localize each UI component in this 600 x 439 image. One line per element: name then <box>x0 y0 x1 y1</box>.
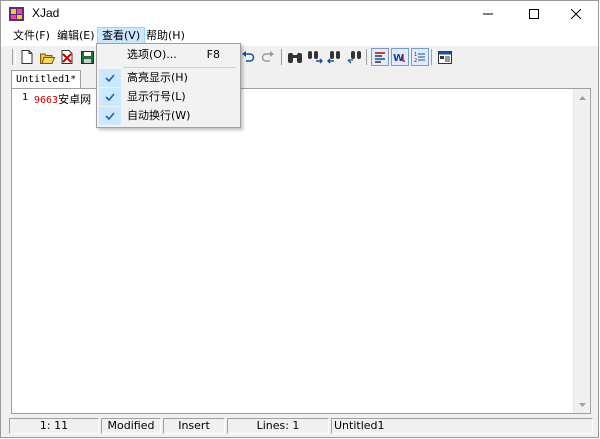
word-wrap-toggle-button[interactable]: W <box>391 48 409 66</box>
window-title: XJad <box>32 6 60 20</box>
menu-item-line-numbers[interactable]: 显示行号(L) <box>99 88 238 106</box>
close-button[interactable] <box>554 1 598 27</box>
menu-bar: 文件(F) 编辑(E) 查看(V) 帮助(H) <box>1 27 598 45</box>
vertical-scrollbar[interactable] <box>573 89 590 413</box>
tab-untitled1[interactable]: Untitled1* <box>11 70 82 88</box>
xjad-app-icon <box>9 7 24 21</box>
toolbar-separator <box>281 49 285 65</box>
app-window: XJad 文件(F) 编辑(E) 查看(V) 帮助(H) W 1 2 Untit… <box>0 0 599 438</box>
find-button[interactable] <box>286 48 304 66</box>
menu-item-word-wrap-label: 自动换行(W) <box>127 109 191 122</box>
undo-button[interactable] <box>239 48 257 66</box>
find-previous-button[interactable] <box>326 48 344 66</box>
number-token: 9663 <box>34 95 59 106</box>
scroll-up-arrow-icon <box>578 95 586 100</box>
check-mark-icon <box>99 69 121 87</box>
code-editor[interactable]: 1 9663安卓网 <box>11 88 591 414</box>
line-number: 1 <box>22 92 29 103</box>
close-file-button[interactable] <box>58 48 76 66</box>
toolbar-separator <box>431 49 435 65</box>
find-next-button[interactable] <box>306 48 324 66</box>
menu-file[interactable]: 文件(F) <box>9 27 54 45</box>
menu-edit[interactable]: 编辑(E) <box>53 27 99 45</box>
menu-item-word-wrap[interactable]: 自动换行(W) <box>99 107 238 125</box>
svg-text:W: W <box>393 53 404 63</box>
menu-item-line-numbers-label: 显示行号(L) <box>127 90 186 103</box>
status-cursor-position: 1: 11 <box>9 418 99 434</box>
menu-separator <box>123 67 236 68</box>
open-folder-icon <box>39 53 55 64</box>
status-insert-mode: Insert <box>163 418 225 434</box>
code-line[interactable]: 9663安卓网 <box>34 91 91 107</box>
menu-item-highlight[interactable]: 高亮显示(H) <box>99 69 238 87</box>
find-next-icon <box>308 51 323 64</box>
new-file-button[interactable] <box>18 48 36 66</box>
minimize-icon <box>483 13 493 15</box>
tab-strip: Untitled1* <box>1 68 598 88</box>
redo-icon <box>261 51 274 62</box>
toolbar-separator <box>12 49 16 65</box>
text-token: 安卓网 <box>58 93 92 106</box>
status-line-count: Lines: 1 <box>227 418 329 434</box>
line-numbers-toggle-button[interactable]: 12 <box>411 48 429 66</box>
scroll-down-button[interactable] <box>574 396 590 413</box>
highlight-toggle-button[interactable] <box>371 48 389 66</box>
syntax-highlight-icon <box>375 52 385 63</box>
binoculars-icon <box>288 52 302 63</box>
view-menu-dropdown: 选项(O)... F8 高亮显示(H) 显示行号(L) 自动换行(W) <box>96 43 241 128</box>
line-number-gutter: 1 <box>12 89 32 413</box>
line-numbers-icon: 12 <box>414 52 425 63</box>
check-mark-icon <box>99 107 121 125</box>
scroll-down-arrow-icon <box>578 402 586 407</box>
toolbar-separator <box>366 49 370 65</box>
maximize-icon <box>529 9 539 19</box>
menu-item-highlight-label: 高亮显示(H) <box>127 71 188 84</box>
maximize-button[interactable] <box>512 1 556 27</box>
menu-item-options-shortcut: F8 <box>206 48 220 61</box>
scroll-up-button[interactable] <box>574 89 590 106</box>
redo-button[interactable] <box>259 48 277 66</box>
menu-item-options[interactable]: 选项(O)... F8 <box>99 46 238 64</box>
toolbar: W 12 <box>1 45 598 69</box>
check-mark-icon <box>99 88 121 106</box>
close-icon <box>571 9 581 19</box>
find-previous-icon <box>327 51 340 64</box>
save-button[interactable] <box>78 48 96 66</box>
title-bar[interactable]: XJad <box>1 1 598 27</box>
status-filename: Untitled1 <box>331 418 593 434</box>
replace-icon <box>347 51 361 64</box>
options-dialog-icon <box>438 50 452 64</box>
close-file-icon <box>61 50 73 64</box>
new-file-icon <box>21 50 33 64</box>
word-wrap-icon: W <box>393 53 405 63</box>
replace-button[interactable] <box>346 48 364 66</box>
status-modified: Modified <box>101 418 161 434</box>
minimize-button[interactable] <box>466 1 510 27</box>
save-disk-icon <box>80 50 94 64</box>
menu-item-options-label: 选项(O)... <box>127 48 177 61</box>
options-button[interactable] <box>436 48 454 66</box>
status-bar: 1: 11 Modified Insert Lines: 1 Untitled1 <box>1 415 598 437</box>
open-file-button[interactable] <box>38 48 56 66</box>
undo-icon <box>242 51 255 62</box>
svg-text:2: 2 <box>414 58 417 63</box>
